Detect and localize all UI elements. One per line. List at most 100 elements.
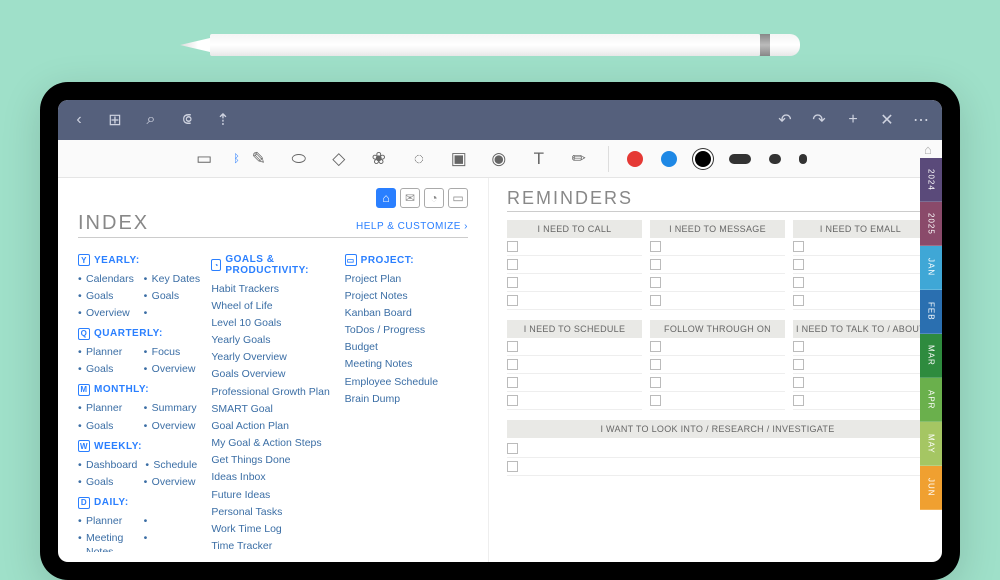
checkbox[interactable] bbox=[507, 377, 518, 388]
side-tab[interactable]: 2024 bbox=[920, 158, 942, 202]
index-link[interactable]: Planner bbox=[78, 400, 136, 417]
reminder-row[interactable] bbox=[507, 292, 642, 310]
index-link[interactable]: Professional Growth Plan bbox=[211, 383, 334, 400]
index-link[interactable]: Goals bbox=[144, 287, 202, 304]
index-link[interactable]: Goals bbox=[78, 417, 136, 434]
undo-icon[interactable]: ↶ bbox=[776, 111, 794, 129]
index-link[interactable]: Habit Trackers bbox=[211, 280, 334, 297]
side-tab[interactable]: FEB bbox=[920, 290, 942, 334]
tool-6[interactable]: ▣ bbox=[448, 148, 470, 170]
side-tab[interactable]: MAY bbox=[920, 422, 942, 466]
reminder-row[interactable] bbox=[793, 274, 928, 292]
checkbox[interactable] bbox=[507, 395, 518, 406]
checkbox[interactable] bbox=[793, 277, 804, 288]
reminder-row[interactable] bbox=[793, 338, 928, 356]
mini-tab[interactable]: ⌂ bbox=[376, 188, 396, 208]
index-link[interactable]: Get Things Done bbox=[211, 452, 334, 469]
checkbox[interactable] bbox=[650, 359, 661, 370]
index-link[interactable]: Summary bbox=[144, 400, 202, 417]
reminder-row[interactable] bbox=[507, 256, 642, 274]
checkbox[interactable] bbox=[507, 277, 518, 288]
checkbox[interactable] bbox=[650, 295, 661, 306]
checkbox[interactable] bbox=[793, 295, 804, 306]
index-link[interactable]: Overview bbox=[78, 304, 136, 321]
checkbox[interactable] bbox=[793, 377, 804, 388]
reminder-row[interactable] bbox=[793, 374, 928, 392]
reminder-row[interactable] bbox=[507, 274, 642, 292]
side-tab[interactable]: MAR bbox=[920, 334, 942, 378]
index-link[interactable]: Project Notes bbox=[345, 287, 468, 304]
index-link[interactable]: ToDos / Progress bbox=[345, 322, 468, 339]
checkbox[interactable] bbox=[650, 341, 661, 352]
reminder-row[interactable] bbox=[507, 338, 642, 356]
side-tab[interactable]: 2025 bbox=[920, 202, 942, 246]
checkbox[interactable] bbox=[793, 341, 804, 352]
side-tab[interactable]: APR bbox=[920, 378, 942, 422]
checkbox[interactable] bbox=[650, 277, 661, 288]
index-link[interactable]: Budget bbox=[345, 339, 468, 356]
reminder-row[interactable] bbox=[793, 392, 928, 410]
grid-icon[interactable]: ⊞ bbox=[106, 111, 124, 129]
index-link[interactable]: Kanban Board bbox=[345, 304, 468, 321]
index-link[interactable]: Goals bbox=[78, 361, 136, 378]
reminder-row[interactable] bbox=[650, 238, 785, 256]
checkbox[interactable] bbox=[507, 241, 518, 252]
tool-2[interactable]: ⬭ bbox=[288, 148, 310, 170]
tool-0[interactable]: ▭ bbox=[193, 148, 215, 170]
reminder-row[interactable] bbox=[650, 338, 785, 356]
help-link[interactable]: HELP & CUSTOMIZE › bbox=[356, 221, 468, 232]
index-link[interactable]: Goals bbox=[78, 287, 136, 304]
index-link[interactable]: Brain Dump bbox=[345, 390, 468, 407]
checkbox[interactable] bbox=[507, 359, 518, 370]
reminder-row[interactable] bbox=[507, 392, 642, 410]
reminder-row[interactable] bbox=[793, 238, 928, 256]
side-tab[interactable]: JAN bbox=[920, 246, 942, 290]
tool-5[interactable]: ◌ bbox=[408, 148, 430, 170]
tool-8[interactable]: T bbox=[528, 148, 550, 170]
stroke-size[interactable] bbox=[729, 154, 751, 164]
checkbox[interactable] bbox=[650, 395, 661, 406]
index-link[interactable]: Level 10 Goals bbox=[211, 314, 334, 331]
close-icon[interactable]: ✕ bbox=[878, 111, 896, 129]
index-link[interactable] bbox=[144, 530, 202, 533]
back-icon[interactable]: ‹ bbox=[70, 111, 88, 129]
index-link[interactable]: Goals Overview bbox=[211, 366, 334, 383]
index-link[interactable] bbox=[144, 304, 202, 307]
index-link[interactable]: Meeting Notes bbox=[345, 356, 468, 373]
color-swatch[interactable] bbox=[695, 151, 711, 167]
reminder-row[interactable] bbox=[507, 440, 928, 458]
index-link[interactable]: Focus bbox=[144, 344, 202, 361]
index-link[interactable]: Meeting Notes bbox=[78, 530, 136, 552]
checkbox[interactable] bbox=[650, 259, 661, 270]
bookmark-icon[interactable]: ⟃ bbox=[178, 111, 196, 129]
more-icon[interactable]: ⋯ bbox=[912, 111, 930, 129]
checkbox[interactable] bbox=[507, 461, 518, 472]
color-swatch[interactable] bbox=[627, 151, 643, 167]
index-link[interactable]: Goal Action Plan bbox=[211, 417, 334, 434]
mini-tab[interactable]: ✉ bbox=[400, 188, 420, 208]
reminder-row[interactable] bbox=[507, 458, 928, 476]
tool-4[interactable]: ❀ bbox=[368, 148, 390, 170]
index-link[interactable]: My Goal & Action Steps bbox=[211, 435, 334, 452]
reminder-row[interactable] bbox=[793, 256, 928, 274]
checkbox[interactable] bbox=[507, 259, 518, 270]
reminder-row[interactable] bbox=[650, 256, 785, 274]
checkbox[interactable] bbox=[793, 259, 804, 270]
index-link[interactable]: Key Dates bbox=[144, 270, 202, 287]
reminder-row[interactable] bbox=[650, 274, 785, 292]
reminder-row[interactable] bbox=[793, 356, 928, 374]
index-link[interactable]: Planner bbox=[78, 513, 136, 530]
add-icon[interactable]: + bbox=[844, 111, 862, 129]
checkbox[interactable] bbox=[793, 359, 804, 370]
index-link[interactable]: Yearly Overview bbox=[211, 349, 334, 366]
tool-7[interactable]: ◉ bbox=[488, 148, 510, 170]
mini-tab[interactable]: ◔ bbox=[424, 188, 444, 208]
index-link[interactable]: Employee Schedule bbox=[345, 373, 468, 390]
reminder-row[interactable] bbox=[507, 238, 642, 256]
checkbox[interactable] bbox=[507, 295, 518, 306]
index-link[interactable]: Wheel of Life bbox=[211, 297, 334, 314]
side-tab[interactable]: JUN bbox=[920, 466, 942, 510]
reminder-row[interactable] bbox=[650, 374, 785, 392]
reminder-row[interactable] bbox=[507, 374, 642, 392]
search-icon[interactable]: ⌕ bbox=[142, 111, 160, 129]
